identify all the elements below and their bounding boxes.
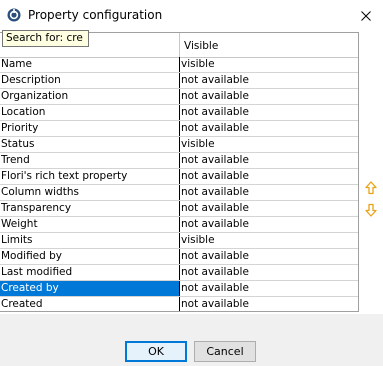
column-header-visible[interactable]: Visible — [180, 33, 358, 57]
visibility-cell[interactable]: visible — [180, 233, 358, 248]
table-row[interactable]: Status visible — [0, 137, 358, 153]
property-name-cell[interactable]: Name — [0, 57, 180, 72]
table-body: Name visible Description not available Organ… — [0, 57, 358, 311]
table-row[interactable]: Last modified not available — [0, 265, 358, 281]
visibility-cell[interactable]: not available — [180, 265, 358, 280]
table-row[interactable]: Trend not available — [0, 153, 358, 169]
property-name-cell[interactable]: Flori's rich text property — [0, 169, 180, 184]
visibility-cell[interactable]: not available — [180, 89, 358, 104]
move-down-button[interactable] — [364, 202, 378, 218]
table-row[interactable]: Flori's rich text property not available — [0, 169, 358, 185]
table-row[interactable]: Modified by not available — [0, 249, 358, 265]
table-row[interactable]: Column widths not available — [0, 185, 358, 201]
app-icon — [7, 8, 21, 22]
visibility-cell[interactable]: not available — [180, 105, 358, 120]
close-button[interactable] — [356, 6, 376, 26]
window-title: Property configuration — [28, 8, 163, 22]
search-tooltip: Search for: cre — [2, 30, 89, 47]
title-bar: Property configuration — [0, 0, 383, 30]
table-row[interactable]: Created by not available — [0, 281, 358, 297]
table-row[interactable]: Location not available — [0, 105, 358, 121]
visibility-cell[interactable]: visible — [180, 137, 358, 152]
property-name-cell[interactable]: Transparency — [0, 201, 180, 216]
cancel-button[interactable]: Cancel — [194, 341, 256, 362]
visibility-cell[interactable]: not available — [180, 249, 358, 264]
visibility-cell[interactable]: not available — [180, 217, 358, 232]
dialog-footer — [0, 314, 383, 366]
table-row[interactable]: Transparency not available — [0, 201, 358, 217]
visibility-cell[interactable]: not available — [180, 185, 358, 200]
property-name-cell[interactable]: Status — [0, 137, 180, 152]
arrow-up-icon — [365, 181, 377, 195]
property-name-cell[interactable]: Organization — [0, 89, 180, 104]
table-row[interactable]: Limits visible — [0, 233, 358, 249]
visibility-cell[interactable]: not available — [180, 153, 358, 168]
visibility-cell[interactable]: not available — [180, 73, 358, 88]
property-name-cell[interactable]: Limits — [0, 233, 180, 248]
property-name-cell[interactable]: Location — [0, 105, 180, 120]
ok-button[interactable]: OK — [125, 341, 187, 362]
table-row[interactable]: Weight not available — [0, 217, 358, 233]
close-icon — [361, 11, 371, 21]
property-name-cell[interactable]: Created — [0, 297, 180, 311]
visibility-cell[interactable]: not available — [180, 297, 358, 311]
visibility-cell[interactable]: not available — [180, 121, 358, 136]
table-row[interactable]: Priority not available — [0, 121, 358, 137]
visibility-cell[interactable]: visible — [180, 57, 358, 72]
table-row[interactable]: Description not available — [0, 73, 358, 89]
property-name-cell[interactable]: Trend — [0, 153, 180, 168]
property-name-cell[interactable]: Priority — [0, 121, 180, 136]
arrow-down-icon — [365, 203, 377, 217]
table-row[interactable]: Organization not available — [0, 89, 358, 105]
visibility-cell[interactable]: not available — [180, 169, 358, 184]
visibility-cell[interactable]: not available — [180, 201, 358, 216]
property-table: Property name Visible NamevisibleDescrip… — [0, 32, 359, 312]
property-configuration-dialog: Property configuration Property name Vis… — [0, 0, 383, 366]
property-name-cell[interactable]: Last modified — [0, 265, 180, 280]
property-name-cell[interactable]: Created by — [0, 281, 180, 296]
property-name-cell[interactable]: Weight — [0, 217, 180, 232]
visibility-cell[interactable]: not available — [180, 281, 358, 296]
property-name-cell[interactable]: Description — [0, 73, 180, 88]
move-up-button[interactable] — [364, 180, 378, 196]
property-name-cell[interactable]: Modified by — [0, 249, 180, 264]
property-name-cell[interactable]: Column widths — [0, 185, 180, 200]
table-row[interactable]: Name visible — [0, 57, 358, 73]
table-row[interactable]: Created not available — [0, 297, 358, 311]
